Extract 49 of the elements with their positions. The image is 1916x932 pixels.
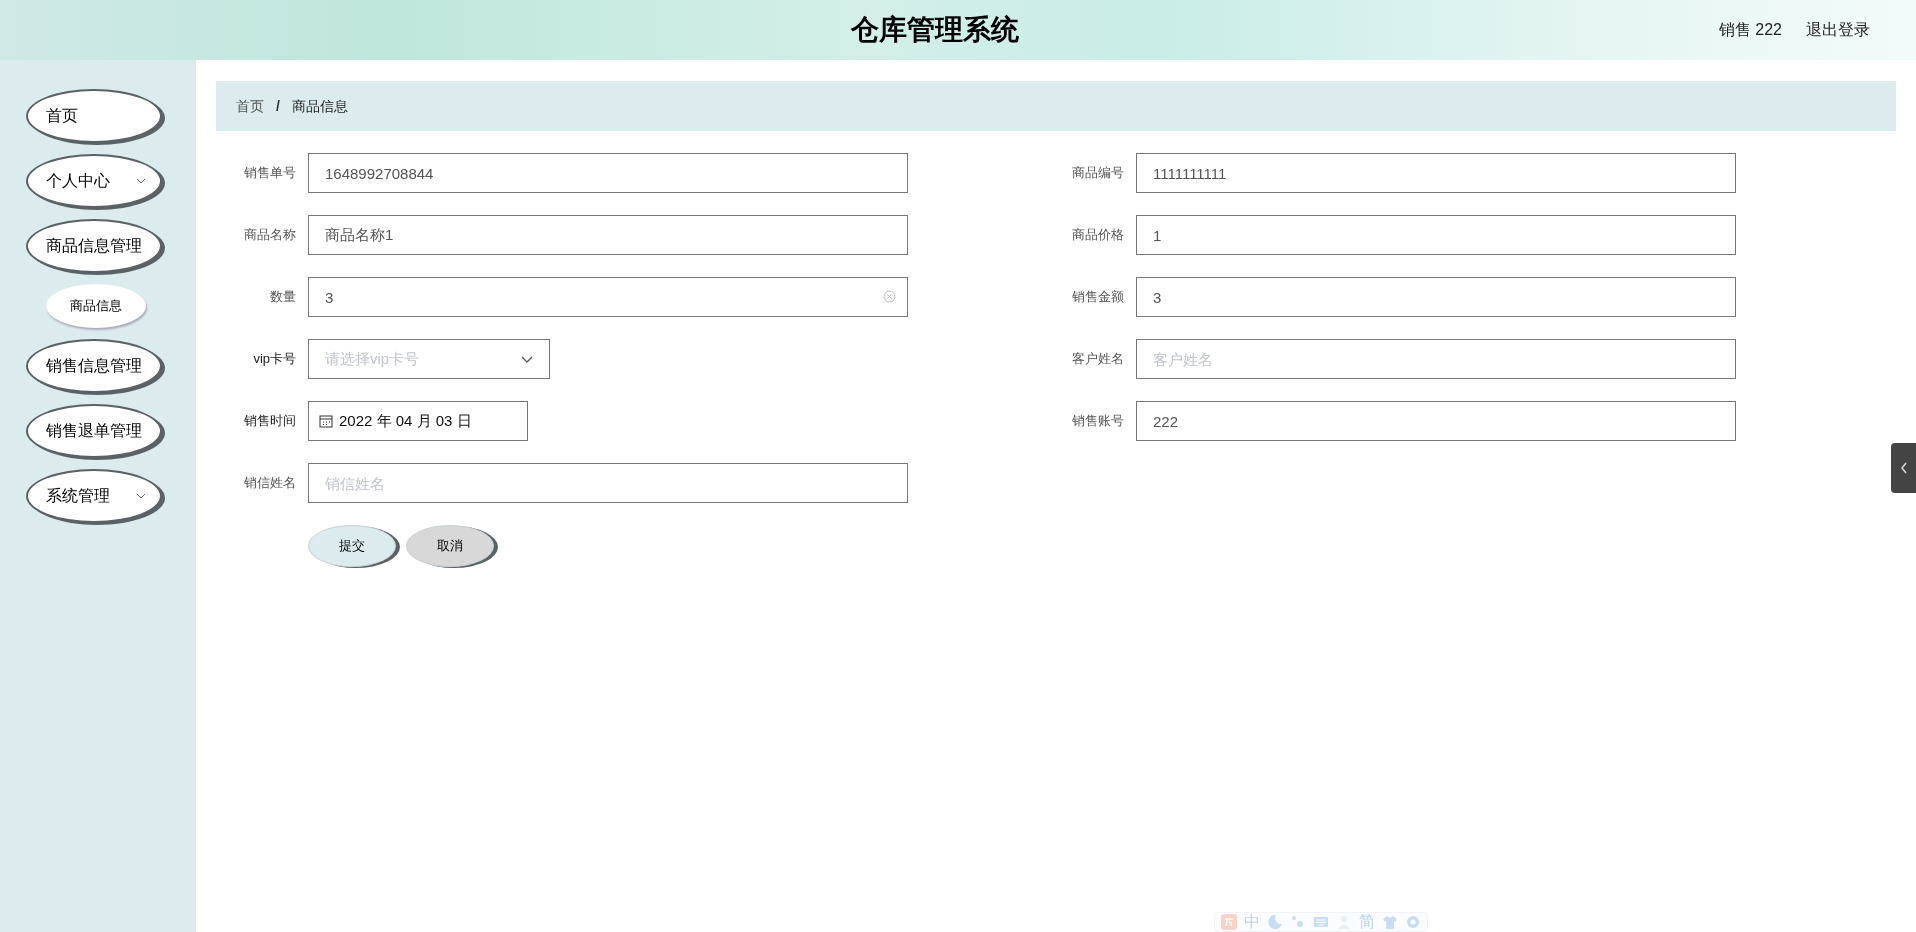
collapse-tab[interactable] bbox=[1891, 443, 1916, 493]
moon-icon[interactable] bbox=[1267, 914, 1283, 930]
chevron-left-icon bbox=[1899, 462, 1908, 474]
field-label: 商品编号 bbox=[1071, 164, 1125, 183]
user-name: 销售 222 bbox=[1718, 20, 1782, 40]
chevron-down-icon bbox=[136, 493, 146, 499]
clear-icon[interactable] bbox=[883, 290, 896, 303]
app-logo-icon[interactable] bbox=[1221, 914, 1237, 930]
input-field[interactable]: 1648992708844 bbox=[308, 153, 908, 193]
chevron-down-icon bbox=[136, 178, 146, 184]
input-field[interactable]: 1111111111 bbox=[1136, 153, 1736, 193]
breadcrumb-separator: / bbox=[275, 96, 281, 116]
field-label: 销售金额 bbox=[1071, 288, 1125, 307]
keyboard-icon[interactable] bbox=[1313, 914, 1329, 930]
input-field[interactable]: 客户姓名 bbox=[1136, 339, 1736, 379]
date-field[interactable]: 2022 年 04 月 03 日 bbox=[308, 401, 528, 441]
field-label: 商品价格 bbox=[1071, 226, 1125, 245]
breadcrumb-item: 商品信息 bbox=[291, 96, 348, 116]
submit-button[interactable]: 提交 bbox=[308, 525, 396, 567]
input-field[interactable]: 商品名称1 bbox=[308, 215, 908, 255]
field-label: 销售时间 bbox=[243, 412, 297, 431]
field-label: 销售账号 bbox=[1071, 412, 1125, 431]
shirt-icon[interactable] bbox=[1382, 914, 1398, 930]
logout-link[interactable]: 退出登录 bbox=[1806, 18, 1870, 42]
app-title: 仓库管理系统 bbox=[851, 13, 1019, 47]
field-label: 客户姓名 bbox=[1071, 350, 1125, 369]
breadcrumb-item[interactable]: 首页 bbox=[236, 95, 264, 117]
input-field[interactable]: 销信姓名 bbox=[308, 463, 908, 503]
sidebar-item[interactable]: 销售信息管理 bbox=[26, 339, 162, 393]
sidebar-item[interactable]: 首页 bbox=[26, 89, 162, 143]
input-field[interactable]: 3 bbox=[308, 277, 908, 317]
sidebar-item[interactable]: 个人中心 bbox=[26, 154, 162, 208]
input-field[interactable]: 3 bbox=[1136, 277, 1736, 317]
input-field[interactable]: 222 bbox=[1136, 401, 1736, 441]
settings-icon[interactable] bbox=[1405, 914, 1421, 930]
field-label: 数量 bbox=[269, 288, 297, 307]
input-field[interactable]: 1 bbox=[1136, 215, 1736, 255]
chevron-down-icon bbox=[521, 355, 533, 363]
field-label: vip卡号 bbox=[252, 350, 297, 369]
calendar-icon bbox=[319, 414, 333, 428]
cancel-button[interactable]: 取消 bbox=[406, 525, 494, 567]
dots-icon[interactable] bbox=[1290, 914, 1306, 930]
sidebar-item[interactable]: 销售退单管理 bbox=[26, 404, 162, 458]
field-label: 商品名称 bbox=[243, 226, 297, 245]
sidebar-item[interactable]: 商品信息管理 bbox=[26, 219, 162, 273]
sidebar-item[interactable]: 系统管理 bbox=[26, 469, 162, 523]
sidebar-subitem[interactable]: 商品信息 bbox=[46, 284, 146, 328]
field-label: 销售单号 bbox=[243, 164, 297, 183]
field-label: 销信姓名 bbox=[243, 474, 297, 493]
